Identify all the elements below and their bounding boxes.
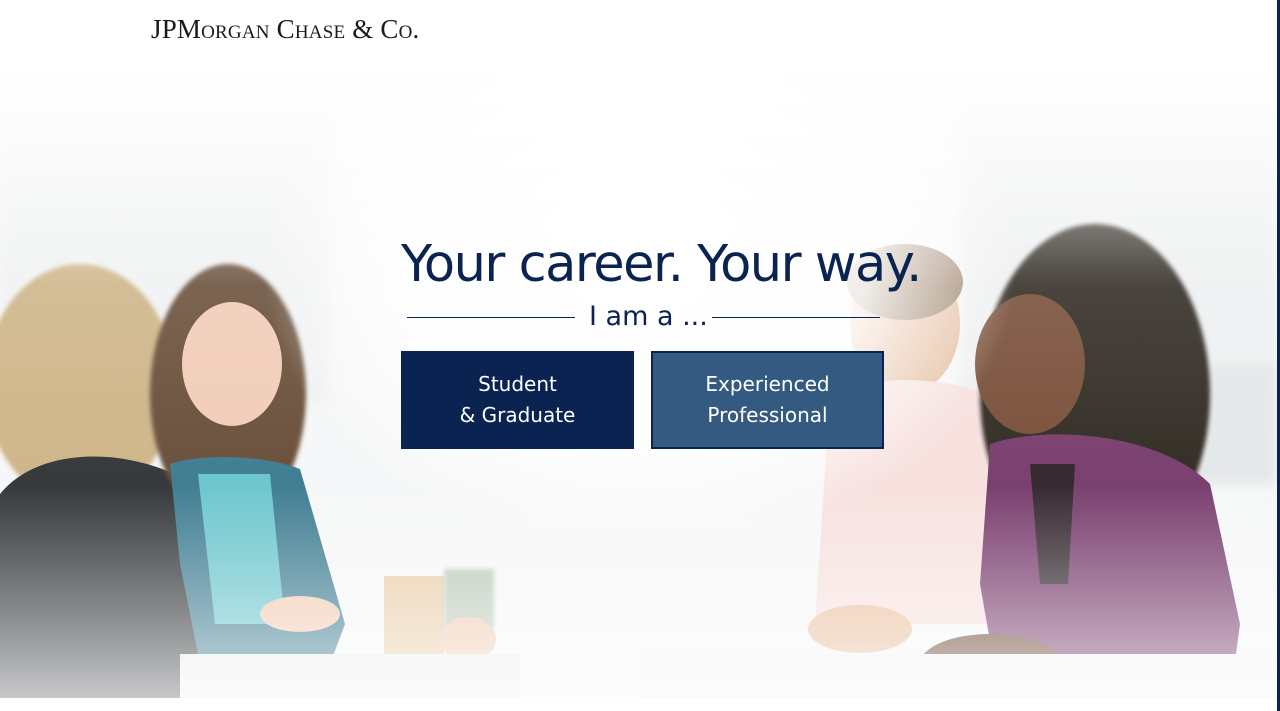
iam-prompt: I am a ... [589,301,708,332]
student-graduate-label-line1: Student [478,372,557,396]
bottom-band [0,698,1280,711]
hero-content: Your career. Your way. I am a ... Studen… [0,0,1280,711]
experienced-professional-label-line1: Experienced [705,372,830,396]
experienced-professional-button[interactable]: Experienced Professional [651,351,884,449]
divider-left [407,317,575,318]
hero-headline: Your career. Your way. [401,235,922,294]
page: JPMorgan Chase & Co. Your career. Your w… [0,0,1280,711]
student-graduate-label-line2: & Graduate [459,403,576,427]
iam-prompt-row: I am a ... [407,300,880,334]
student-graduate-button[interactable]: Student & Graduate [401,351,634,449]
experienced-professional-label-line2: Professional [707,403,828,427]
divider-right [712,317,880,318]
